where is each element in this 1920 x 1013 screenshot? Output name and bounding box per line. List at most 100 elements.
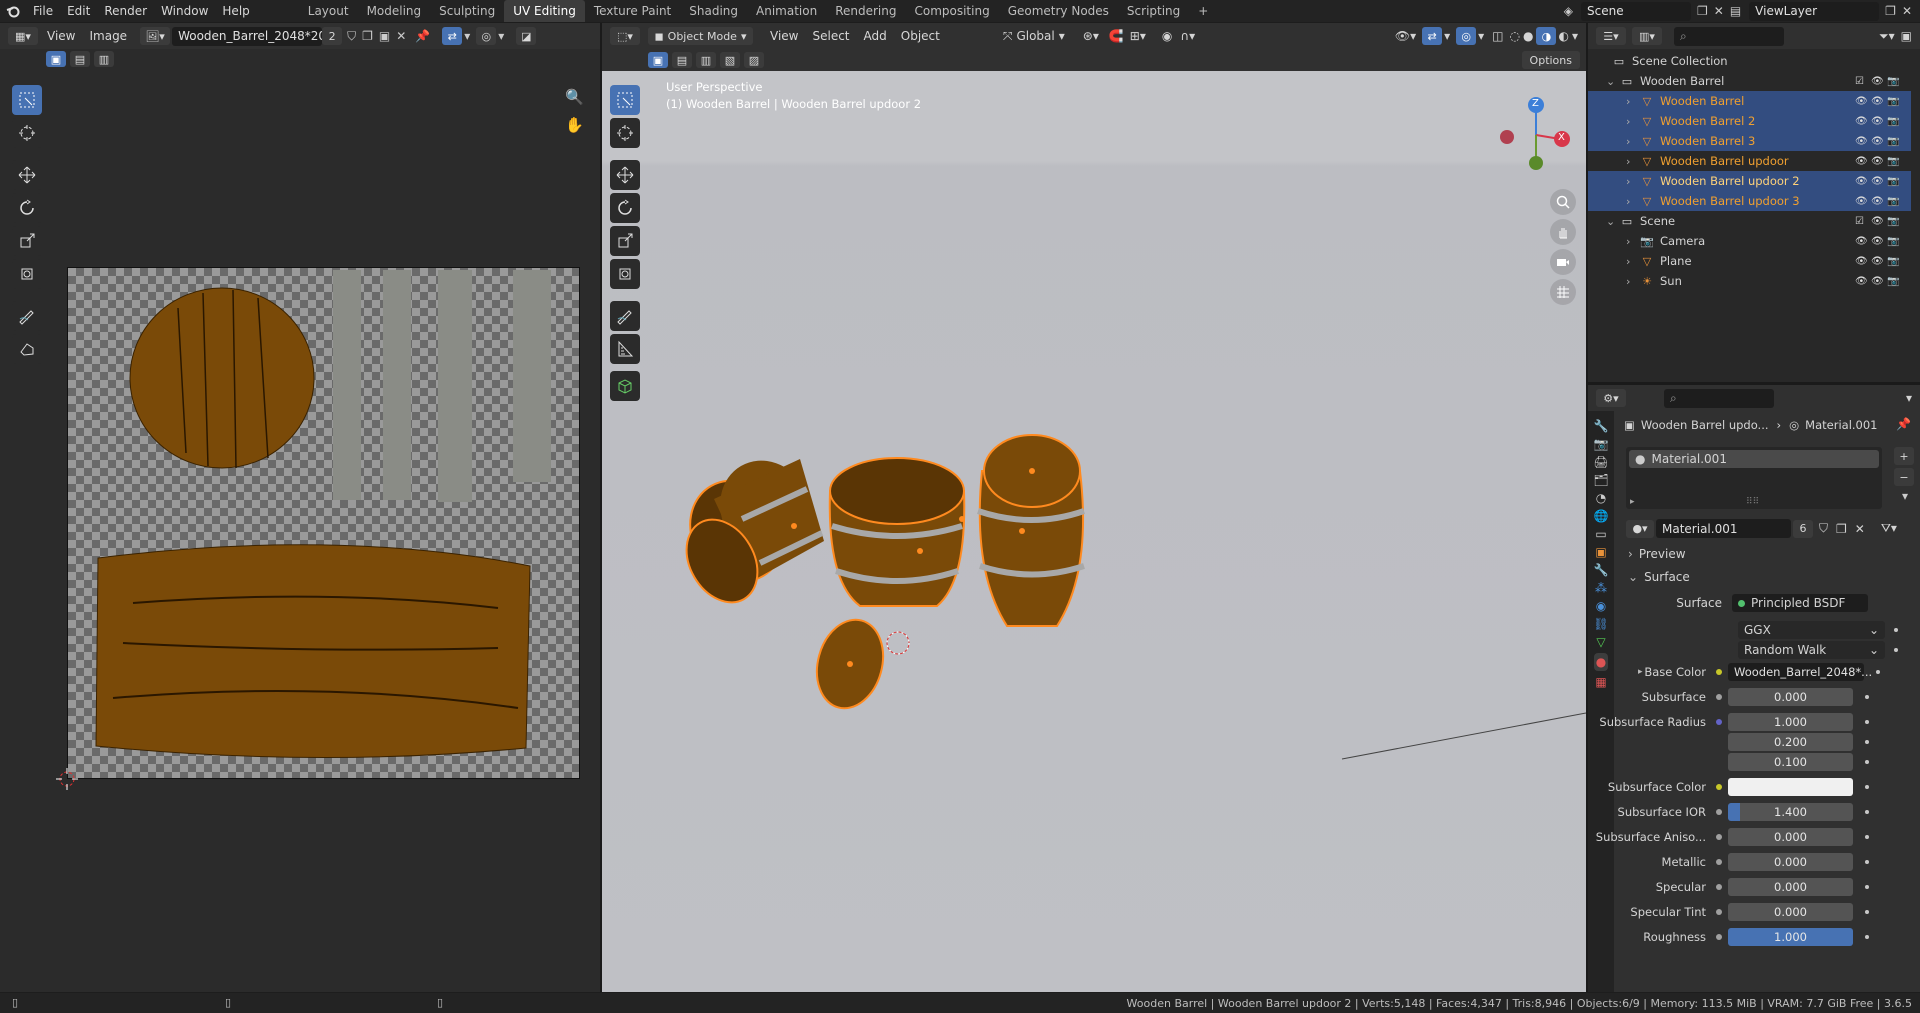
tab-shading[interactable]: Shading (680, 0, 747, 22)
hide-viewport-icon[interactable]: 👁 (1871, 76, 1887, 87)
material-users-count[interactable]: 6 (1793, 519, 1813, 538)
move-tool[interactable] (610, 160, 640, 190)
remove-slot-icon[interactable]: − (1894, 468, 1914, 486)
camera-view-icon[interactable] (1550, 249, 1576, 275)
output-tab-icon[interactable]: 🖨 (1593, 455, 1608, 469)
mask-icon[interactable]: ◪ (516, 27, 537, 45)
hide-viewport-icon[interactable]: 👁 (1871, 96, 1887, 107)
select-subtract-icon[interactable]: ▥ (94, 51, 114, 67)
socket-icon[interactable] (1716, 834, 1722, 840)
area-divider-left[interactable] (600, 23, 602, 992)
subsurface-color-swatch[interactable] (1728, 778, 1853, 796)
visibility-eye-icon[interactable]: 👁 (1855, 256, 1871, 267)
keyframe-dot-icon[interactable] (1876, 670, 1880, 674)
unlink-image-icon[interactable]: ✕ (396, 29, 406, 43)
tab-rendering[interactable]: Rendering (826, 0, 905, 22)
data-tab-icon[interactable]: ▽ (1596, 635, 1605, 649)
value-slider[interactable]: 1.000 (1728, 713, 1853, 731)
disclosure-chevron-icon[interactable]: › (1626, 95, 1638, 108)
vp-select-intersect-icon[interactable]: ▨ (744, 52, 764, 68)
visibility-eye-icon[interactable]: 👁 (1855, 116, 1871, 127)
area-divider-outliner[interactable] (1588, 382, 1920, 385)
select-new-icon[interactable]: ▣ (46, 51, 66, 67)
material-unlink-icon[interactable]: ✕ (1855, 522, 1865, 536)
shading-dropdown-icon[interactable]: ▾ (1572, 29, 1578, 43)
hide-viewport-icon[interactable]: 👁 (1871, 216, 1887, 227)
value-slider[interactable]: 0.000 (1728, 853, 1853, 871)
snap-icon[interactable]: 🧲 (1109, 29, 1124, 43)
pivot-icon[interactable]: ⊛▾ (1083, 29, 1099, 43)
hide-viewport-icon[interactable]: 👁 (1871, 136, 1887, 147)
outliner-row[interactable]: › ▽ Wooden Barrel updoor 2 👁 👁 📷 (1588, 171, 1911, 191)
hide-viewport-icon[interactable]: 👁 (1871, 176, 1887, 187)
panel-preview[interactable]: › Preview (1624, 543, 1914, 565)
proportional-edit-icon[interactable]: ◉ (1162, 29, 1172, 43)
properties-editor-type-icon[interactable]: ⚙▾ (1596, 389, 1626, 407)
visibility-icon[interactable]: 👁▾ (1395, 29, 1416, 43)
tab-scripting[interactable]: Scripting (1118, 0, 1189, 22)
slot-expand-icon[interactable]: ▸ (1630, 497, 1635, 507)
material-slot-item[interactable]: ● Material.001 (1629, 450, 1879, 468)
transform-orientation[interactable]: ⤧ Global ▾ (1003, 29, 1065, 44)
annotate-tool[interactable] (610, 301, 640, 331)
viewport-editor-type-icon[interactable]: ⬚▾ (610, 27, 640, 45)
socket-icon[interactable] (1716, 909, 1722, 915)
add-slot-icon[interactable]: + (1894, 447, 1914, 465)
outliner-row[interactable]: › ☀ Sun 👁 👁 📷 (1588, 271, 1911, 291)
uv-move-tool[interactable] (12, 160, 42, 190)
view-layer-selector[interactable]: ▤ ViewLayer ❐ ✕ (1730, 1, 1912, 21)
editor-type-icon[interactable]: ▦▾ (8, 27, 38, 45)
distribution-dropdown[interactable]: GGX ⌄ (1738, 621, 1885, 639)
add-workspace-icon[interactable]: + (1189, 0, 1217, 22)
tab-uv-editing[interactable]: UV Editing (504, 0, 585, 22)
shading-rendered-icon[interactable]: ◐ (1558, 29, 1568, 43)
visibility-eye-icon[interactable]: 👁 (1855, 236, 1871, 247)
list-resize-handle[interactable]: ⠿⠿ (1746, 497, 1759, 507)
keyframe-dot-icon[interactable] (1865, 860, 1869, 864)
value-slider[interactable]: 0.000 (1728, 688, 1853, 706)
uv-zoom-icon[interactable]: 🔍 (565, 88, 584, 106)
visibility-eye-icon[interactable]: 👁 (1855, 176, 1871, 187)
disclosure-chevron-icon[interactable]: › (1626, 275, 1638, 288)
hide-viewport-icon[interactable]: 👁 (1871, 276, 1887, 287)
keyframe-dot-icon[interactable] (1865, 810, 1869, 814)
properties-options-icon[interactable]: ▾ (1906, 391, 1912, 405)
hide-viewport-icon[interactable]: 👁 (1871, 236, 1887, 247)
barrel-right[interactable] (977, 434, 1085, 627)
filter-icon[interactable]: ⏷▾ (1879, 29, 1895, 44)
menu-render[interactable]: Render (97, 0, 154, 22)
uv-select-box-tool[interactable] (12, 85, 42, 115)
distribution-keyframe-icon[interactable] (1894, 628, 1898, 632)
subsurface-method-dropdown[interactable]: Random Walk ⌄ (1738, 641, 1885, 659)
exclude-checkbox[interactable]: ☑ (1855, 216, 1871, 227)
outliner-editor-type-icon[interactable]: ☰▾ (1596, 27, 1626, 45)
modifier-tab-icon[interactable]: 🔧 (1594, 563, 1609, 577)
scale-tool[interactable] (610, 226, 640, 256)
pin-properties-icon[interactable]: 📌 (1896, 417, 1911, 431)
menu-window[interactable]: Window (154, 0, 215, 22)
3d-viewport[interactable]: ⬚▾ ◼ Object Mode ▾ View Select Add Objec… (602, 23, 1586, 992)
render-camera-icon[interactable]: 📷 (1887, 156, 1905, 167)
tab-animation[interactable]: Animation (747, 0, 826, 22)
value-slider[interactable]: 0.100 (1728, 753, 1853, 771)
vp-select-extend-icon[interactable]: ▤ (672, 52, 692, 68)
visibility-eye-icon[interactable]: 👁 (1855, 196, 1871, 207)
socket-icon[interactable] (1716, 934, 1722, 940)
new-scene-icon[interactable]: ❐ (1697, 4, 1708, 18)
particles-tab-icon[interactable]: ⁂ (1595, 581, 1607, 595)
overlays-dropdown-icon[interactable]: ▾ (1478, 29, 1484, 43)
barrel-tipped[interactable] (672, 443, 832, 615)
new-image-icon[interactable]: ❐ (362, 29, 373, 43)
socket-icon[interactable] (1716, 719, 1722, 725)
socket-icon[interactable] (1716, 669, 1722, 675)
socket-icon[interactable] (1716, 859, 1722, 865)
cursor-tool[interactable] (610, 118, 640, 148)
render-camera-icon[interactable]: 📷 (1887, 176, 1905, 187)
outliner-row[interactable]: ⌄ ▭ Scene ☑ 👁 📷 (1588, 211, 1911, 231)
uv-image-canvas[interactable] (67, 267, 580, 779)
outliner-row[interactable]: › ▽ Wooden Barrel updoor 👁 👁 📷 (1588, 151, 1911, 171)
value-slider[interactable]: 1.400 (1728, 803, 1853, 821)
tab-geometry-nodes[interactable]: Geometry Nodes (999, 0, 1118, 22)
keyframe-dot-icon[interactable] (1865, 885, 1869, 889)
keyframe-dot-icon[interactable] (1865, 935, 1869, 939)
